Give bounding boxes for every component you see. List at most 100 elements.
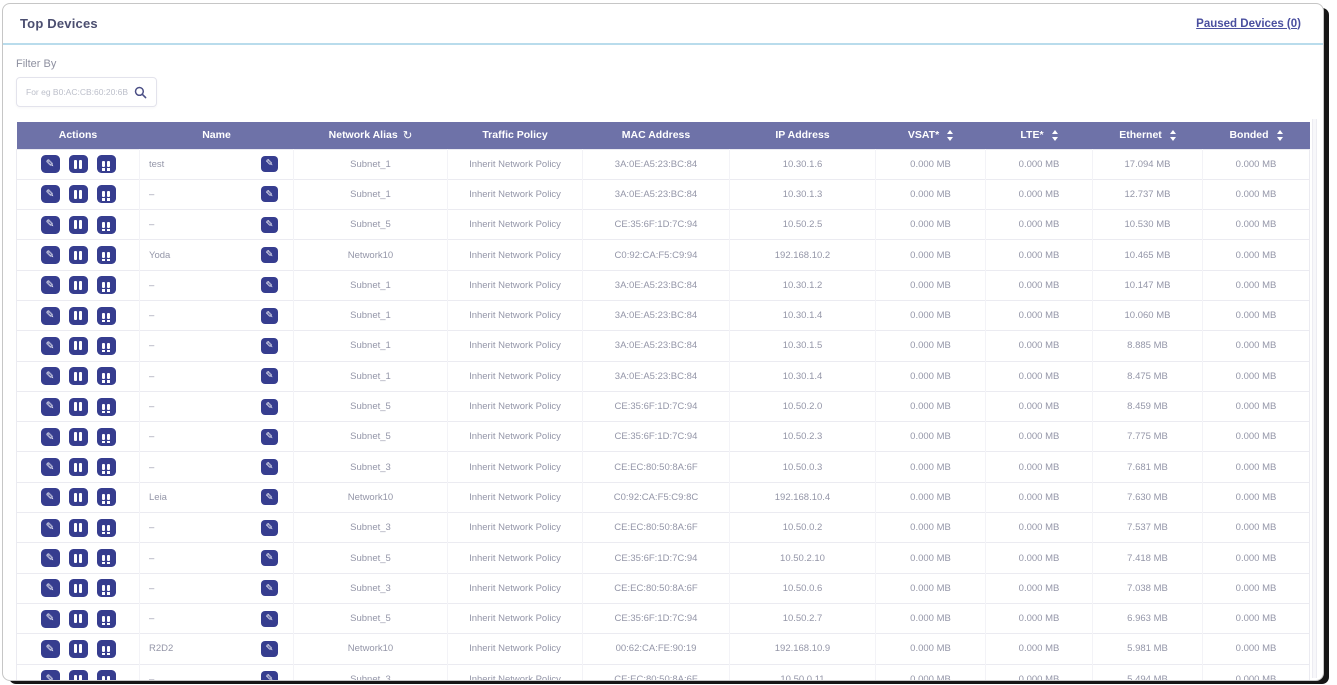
scrollbar[interactable]	[1312, 119, 1317, 678]
edit-name-button[interactable]: ✎	[261, 611, 278, 627]
edit-name-button[interactable]: ✎	[261, 186, 278, 202]
edit-name-button[interactable]: ✎	[261, 399, 278, 415]
pause-device-button[interactable]	[69, 398, 88, 416]
edit-name-button[interactable]: ✎	[261, 156, 278, 172]
pause-device-button[interactable]	[69, 216, 88, 234]
pause-schedule-button[interactable]	[97, 458, 116, 476]
pause-device-button[interactable]	[69, 549, 88, 567]
sort-ascending-icon[interactable]	[1052, 130, 1058, 134]
pause-schedule-button[interactable]	[97, 337, 116, 355]
sort-descending-icon[interactable]	[1277, 137, 1283, 141]
edit-name-button[interactable]: ✎	[261, 429, 278, 445]
sort-descending-icon[interactable]	[1170, 137, 1176, 141]
edit-name-button[interactable]: ✎	[261, 520, 278, 536]
edit-device-button[interactable]: ✎	[41, 337, 60, 355]
pause-device-button[interactable]	[69, 307, 88, 325]
edit-name-button[interactable]: ✎	[261, 671, 278, 681]
pause-schedule-button[interactable]	[97, 276, 116, 294]
edit-device-button[interactable]: ✎	[41, 519, 60, 537]
pause-schedule-button[interactable]	[97, 428, 116, 446]
column-header-bonded[interactable]: Bonded	[1203, 122, 1310, 149]
pause-schedule-button[interactable]	[97, 670, 116, 681]
pause-device-button[interactable]	[69, 155, 88, 173]
pause-schedule-button[interactable]	[97, 398, 116, 416]
edit-device-button[interactable]: ✎	[41, 549, 60, 567]
sort-control[interactable]	[947, 130, 953, 142]
lte-cell: 0.000 MB	[986, 482, 1093, 512]
edit-device-button[interactable]: ✎	[41, 610, 60, 628]
pause-schedule-icon	[102, 161, 110, 167]
edit-device-button[interactable]: ✎	[41, 579, 60, 597]
edit-name-button[interactable]: ✎	[261, 641, 278, 657]
edit-device-button[interactable]: ✎	[41, 458, 60, 476]
pause-device-button[interactable]	[69, 640, 88, 658]
edit-device-button[interactable]: ✎	[41, 276, 60, 294]
paused-devices-link[interactable]: Paused Devices (0)	[1196, 18, 1301, 30]
edit-device-button[interactable]: ✎	[41, 246, 60, 264]
edit-device-button[interactable]: ✎	[41, 367, 60, 385]
pause-schedule-button[interactable]	[97, 185, 116, 203]
edit-device-button[interactable]: ✎	[41, 216, 60, 234]
edit-device-button[interactable]: ✎	[41, 428, 60, 446]
search-input[interactable]	[26, 87, 128, 97]
pause-device-button[interactable]	[69, 670, 88, 681]
pause-device-button[interactable]	[69, 488, 88, 506]
pause-device-button[interactable]	[69, 246, 88, 264]
column-header-vsat[interactable]: VSAT*	[876, 122, 986, 149]
network-alias-cell: Subnet_3	[294, 513, 448, 543]
edit-name-button[interactable]: ✎	[261, 459, 278, 475]
pause-schedule-button[interactable]	[97, 640, 116, 658]
refresh-icon[interactable]: ↻	[403, 128, 413, 142]
pause-schedule-button[interactable]	[97, 610, 116, 628]
search-icon[interactable]	[134, 86, 147, 99]
pause-schedule-button[interactable]	[97, 367, 116, 385]
column-header-ethernet[interactable]: Ethernet	[1093, 122, 1203, 149]
pause-schedule-button[interactable]	[97, 488, 116, 506]
edit-name-button[interactable]: ✎	[261, 247, 278, 263]
column-header-lte[interactable]: LTE*	[986, 122, 1093, 149]
edit-name-button[interactable]: ✎	[261, 580, 278, 596]
sort-descending-icon[interactable]	[947, 137, 953, 141]
pause-schedule-icon	[102, 373, 110, 379]
pause-device-button[interactable]	[69, 367, 88, 385]
sort-ascending-icon[interactable]	[947, 130, 953, 134]
sort-control[interactable]	[1052, 130, 1058, 142]
pause-schedule-button[interactable]	[97, 246, 116, 264]
pause-schedule-button[interactable]	[97, 307, 116, 325]
edit-name-button[interactable]: ✎	[261, 489, 278, 505]
sort-descending-icon[interactable]	[1052, 137, 1058, 141]
pause-schedule-button[interactable]	[97, 549, 116, 567]
sort-ascending-icon[interactable]	[1170, 130, 1176, 134]
pause-device-button[interactable]	[69, 185, 88, 203]
pause-device-button[interactable]	[69, 428, 88, 446]
edit-device-button[interactable]: ✎	[41, 640, 60, 658]
pause-device-button[interactable]	[69, 610, 88, 628]
edit-device-button[interactable]: ✎	[41, 155, 60, 173]
sort-control[interactable]	[1277, 130, 1283, 142]
pause-schedule-button[interactable]	[97, 216, 116, 234]
sort-ascending-icon[interactable]	[1277, 130, 1283, 134]
edit-name-button[interactable]: ✎	[261, 217, 278, 233]
pause-device-button[interactable]	[69, 519, 88, 537]
edit-device-button[interactable]: ✎	[41, 488, 60, 506]
pause-schedule-button[interactable]	[97, 155, 116, 173]
edit-device-button[interactable]: ✎	[41, 398, 60, 416]
pause-schedule-button[interactable]	[97, 579, 116, 597]
edit-name-button[interactable]: ✎	[261, 308, 278, 324]
pencil-icon: ✎	[266, 341, 274, 351]
pause-device-button[interactable]	[69, 337, 88, 355]
edit-name-button[interactable]: ✎	[261, 338, 278, 354]
edit-name-button[interactable]: ✎	[261, 368, 278, 384]
edit-name-button[interactable]: ✎	[261, 550, 278, 566]
pause-device-button[interactable]	[69, 276, 88, 294]
vsat-cell: 0.000 MB	[876, 331, 986, 361]
pause-device-button[interactable]	[69, 458, 88, 476]
edit-device-button[interactable]: ✎	[41, 185, 60, 203]
filter-search-box[interactable]	[16, 77, 157, 107]
pause-schedule-button[interactable]	[97, 519, 116, 537]
edit-device-button[interactable]: ✎	[41, 670, 60, 681]
pause-device-button[interactable]	[69, 579, 88, 597]
edit-name-button[interactable]: ✎	[261, 277, 278, 293]
edit-device-button[interactable]: ✎	[41, 307, 60, 325]
sort-control[interactable]	[1170, 130, 1176, 142]
